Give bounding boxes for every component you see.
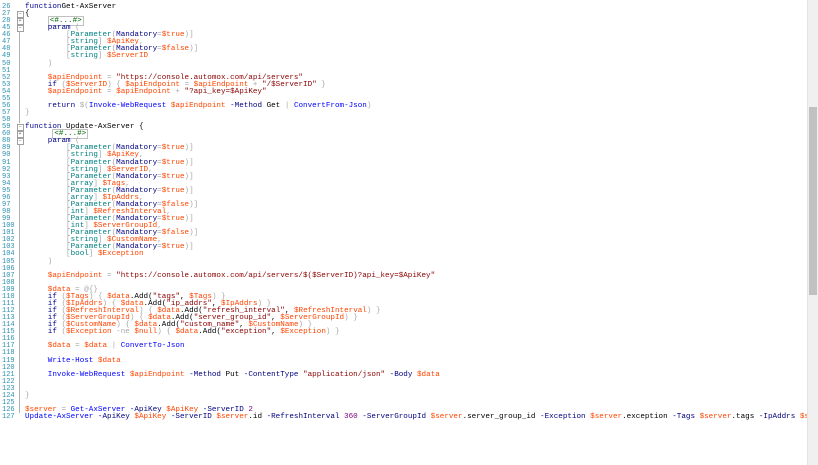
vertical-scrollbar[interactable]	[807, 0, 818, 465]
code-token: $server	[585, 413, 623, 422]
code-token: -ServerGroupId	[357, 413, 427, 422]
code-token: $ApiKey	[129, 413, 167, 422]
code-token: -IpAddrs	[754, 413, 796, 422]
scrollbar-thumb[interactable]	[809, 106, 817, 296]
code-token: -Tags	[667, 413, 696, 422]
line-number: 127	[2, 413, 15, 422]
code-line[interactable]: 127 Update-AxServer -ApiKey $ApiKey -Serv…	[0, 413, 808, 421]
code-token: .id	[248, 413, 263, 422]
code-token: .exception	[622, 413, 668, 422]
code-token: Update-AxServer	[25, 413, 94, 422]
code-token: .tags	[731, 413, 755, 422]
code-token: $server	[211, 413, 249, 422]
code-token: $server	[695, 413, 732, 422]
code-text: Update-AxServer -ApiKey $ApiKey -ServerI…	[25, 413, 808, 421]
code-token: -ServerID	[166, 413, 212, 422]
code-token: -RefreshInterval	[262, 413, 340, 422]
code-editor[interactable]: 26 functionGet-AxServer 27−{28 + <#...#> 45−…	[0, 0, 808, 465]
code-token: 360	[339, 413, 358, 422]
code-token: $server	[426, 413, 463, 422]
code-token: -Exception	[535, 413, 586, 422]
code-token: .server_group_id	[462, 413, 536, 422]
code-token: -ApiKey	[93, 413, 130, 422]
